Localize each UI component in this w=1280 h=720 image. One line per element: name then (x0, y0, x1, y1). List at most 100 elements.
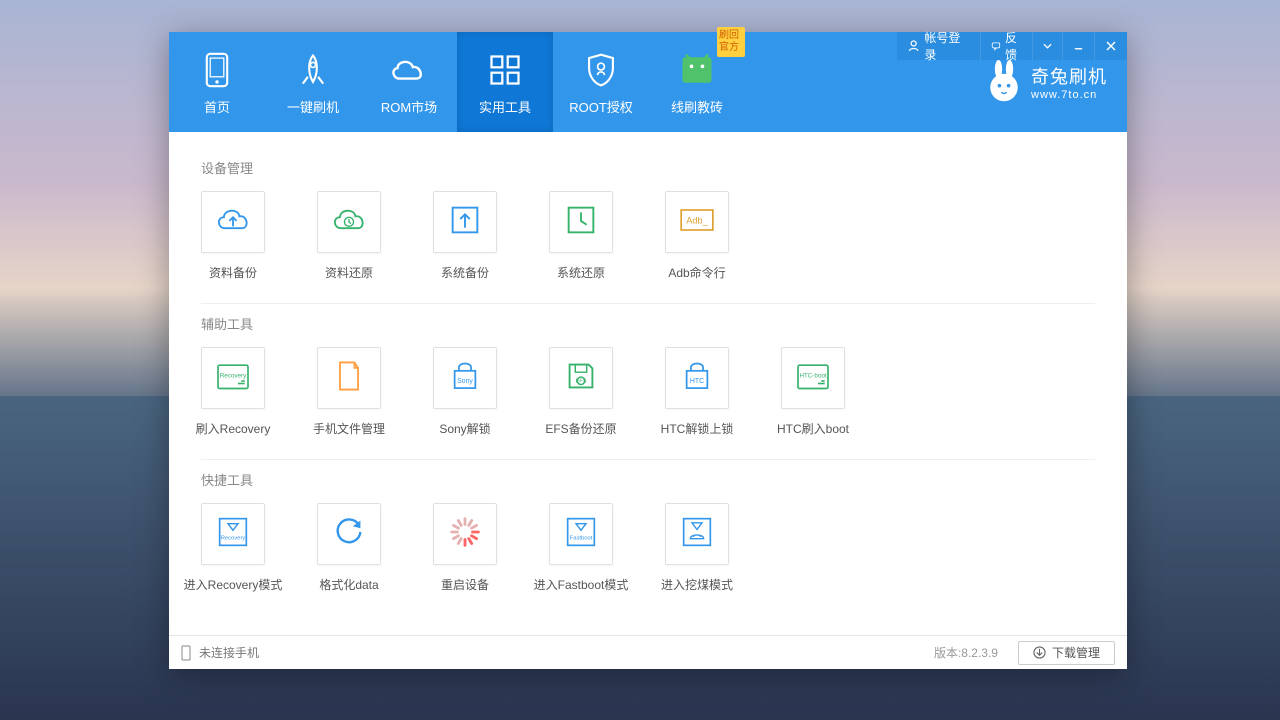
device-status: 未连接手机 (199, 644, 259, 661)
tool-icon-box (433, 503, 497, 565)
menu-dropdown-button[interactable] (1033, 32, 1063, 60)
tool-enter-recovery[interactable]: Recovery 进入Recovery模式 (201, 503, 265, 593)
version-text: 版本:8.2.3.9 (934, 644, 998, 661)
shield-icon (580, 49, 622, 91)
close-icon (1105, 40, 1117, 52)
chevron-down-icon (1043, 43, 1052, 49)
tool-enter-fastboot[interactable]: Fastboot 进入Fastboot模式 (549, 503, 613, 593)
nav-label: 线刷教砖 (671, 97, 723, 116)
nav-tabs: 首页 一键刷机 ROM市场 实用工具 (169, 32, 745, 132)
tool-label: 系统备份 (441, 264, 489, 281)
svg-text:Adb_: Adb_ (686, 215, 708, 225)
tool-restore-data[interactable]: 资料还原 (317, 191, 381, 281)
tool-label: 手机文件管理 (313, 420, 385, 437)
svg-text:HTC-boot: HTC-boot (799, 372, 826, 379)
tool-label: 格式化data (319, 576, 378, 593)
tool-grid-quick: Recovery 进入Recovery模式 格式化data 重启设备 Fastb… (201, 503, 1095, 593)
tool-reboot[interactable]: 重启设备 (433, 503, 497, 593)
nav-tab-rom[interactable]: ROM市场 (361, 32, 457, 132)
nav-tab-home[interactable]: 首页 (169, 32, 265, 132)
nav-tab-root[interactable]: ROOT授权 (553, 32, 649, 132)
tool-label: 资料备份 (209, 264, 257, 281)
section-title-quick: 快捷工具 (201, 470, 1095, 489)
tool-format-data[interactable]: 格式化data (317, 503, 381, 593)
status-bar: 未连接手机 版本:8.2.3.9 下载管理 (169, 635, 1127, 669)
svg-text:Recovery: Recovery (220, 372, 247, 379)
recovery-card-icon: Recovery (213, 357, 253, 400)
titlebar: 帐号登录 反馈 (897, 32, 1127, 60)
tool-enter-dig[interactable]: 进入挖煤模式 (665, 503, 729, 593)
section-title-device: 设备管理 (201, 158, 1095, 177)
tool-label: HTC刷入boot (777, 420, 849, 437)
enter-fastboot-icon: Fastboot (561, 513, 601, 556)
tool-grid-device: 资料备份 资料还原 系统备份 系统还原 Adb_ Adb命令行 (201, 191, 1095, 281)
tool-label: Sony解锁 (439, 420, 490, 437)
tool-icon-box: Fastboot (549, 503, 613, 565)
tool-sony[interactable]: Sony Sony解锁 (433, 347, 497, 437)
tool-efs[interactable]: EFS EFS备份还原 (549, 347, 613, 437)
minimize-icon (1073, 40, 1084, 52)
tool-flash-recovery[interactable]: Recovery 刷入Recovery (201, 347, 265, 437)
cloud-up-icon (213, 201, 253, 244)
tool-icon-box (317, 191, 381, 253)
floppy-icon: EFS (561, 357, 601, 400)
nav-tab-tools[interactable]: 实用工具 (457, 32, 553, 132)
bunny-icon (985, 60, 1023, 104)
download-icon (1033, 646, 1046, 659)
spinner-icon (445, 513, 485, 556)
enter-android-icon (677, 513, 717, 556)
official-badge: 刷回官方 (717, 27, 745, 57)
home-phone-icon (196, 49, 238, 91)
tool-label: 系统还原 (557, 264, 605, 281)
tool-restore-sys[interactable]: 系统还原 (549, 191, 613, 281)
tool-backup-sys[interactable]: 系统备份 (433, 191, 497, 281)
tool-icon-box (433, 191, 497, 253)
login-button[interactable]: 帐号登录 (897, 32, 981, 60)
brand-logo: 奇兔刷机 www.7to.cn (985, 60, 1107, 104)
svg-text:EFS: EFS (575, 378, 586, 384)
tool-icon-box: Recovery (201, 347, 265, 409)
box-up-icon (445, 201, 485, 244)
tool-htc-boot[interactable]: HTC-boot HTC刷入boot (781, 347, 845, 437)
lock-sony-icon: Sony (445, 357, 485, 400)
adb-text-icon: Adb_ (677, 201, 717, 244)
tool-icon-box: Recovery (201, 503, 265, 565)
tool-icon-box (665, 503, 729, 565)
nav-tab-flash[interactable]: 一键刷机 (265, 32, 361, 132)
nav-label: 实用工具 (479, 97, 531, 116)
svg-text:HTC: HTC (690, 377, 704, 384)
svg-text:Recovery: Recovery (221, 535, 246, 541)
download-manager-button[interactable]: 下载管理 (1018, 641, 1115, 665)
tool-label: 资料还原 (325, 264, 373, 281)
tool-icon-box (549, 191, 613, 253)
svg-text:Sony: Sony (457, 377, 473, 384)
tool-backup-data[interactable]: 资料备份 (201, 191, 265, 281)
cloud-icon (388, 49, 430, 91)
app-header: 首页 一键刷机 ROM市场 实用工具 (169, 32, 1127, 132)
tool-label: 进入挖煤模式 (661, 576, 733, 593)
tool-label: 进入Fastboot模式 (534, 576, 629, 593)
minimize-button[interactable] (1063, 32, 1095, 60)
box-clock-icon (561, 201, 601, 244)
tool-icon-box (201, 191, 265, 253)
nav-tab-rescue[interactable]: 线刷教砖 刷回官方 (649, 32, 745, 132)
tool-grid-assist: Recovery 刷入Recovery 手机文件管理 Sony Sony解锁 E… (201, 347, 1095, 437)
user-icon (907, 39, 920, 53)
tool-label: Adb命令行 (668, 264, 725, 281)
nav-label: ROM市场 (381, 97, 437, 116)
tool-htc-lock[interactable]: HTC HTC解锁上锁 (665, 347, 729, 437)
tool-label: HTC解锁上锁 (661, 420, 734, 437)
section-title-assist: 辅助工具 (201, 314, 1095, 333)
tool-file-mgr[interactable]: 手机文件管理 (317, 347, 381, 437)
logo-text-cn: 奇兔刷机 (1031, 63, 1107, 89)
nav-label: 首页 (204, 97, 230, 116)
close-button[interactable] (1095, 32, 1127, 60)
htc-boot-icon: HTC-boot (793, 357, 833, 400)
tool-icon-box: EFS (549, 347, 613, 409)
tool-adb[interactable]: Adb_ Adb命令行 (665, 191, 729, 281)
refresh-icon (329, 513, 369, 556)
tool-label: 刷入Recovery (196, 420, 271, 437)
feedback-button[interactable]: 反馈 (981, 32, 1033, 60)
rescue-icon (676, 49, 718, 91)
chat-icon (991, 39, 1001, 53)
